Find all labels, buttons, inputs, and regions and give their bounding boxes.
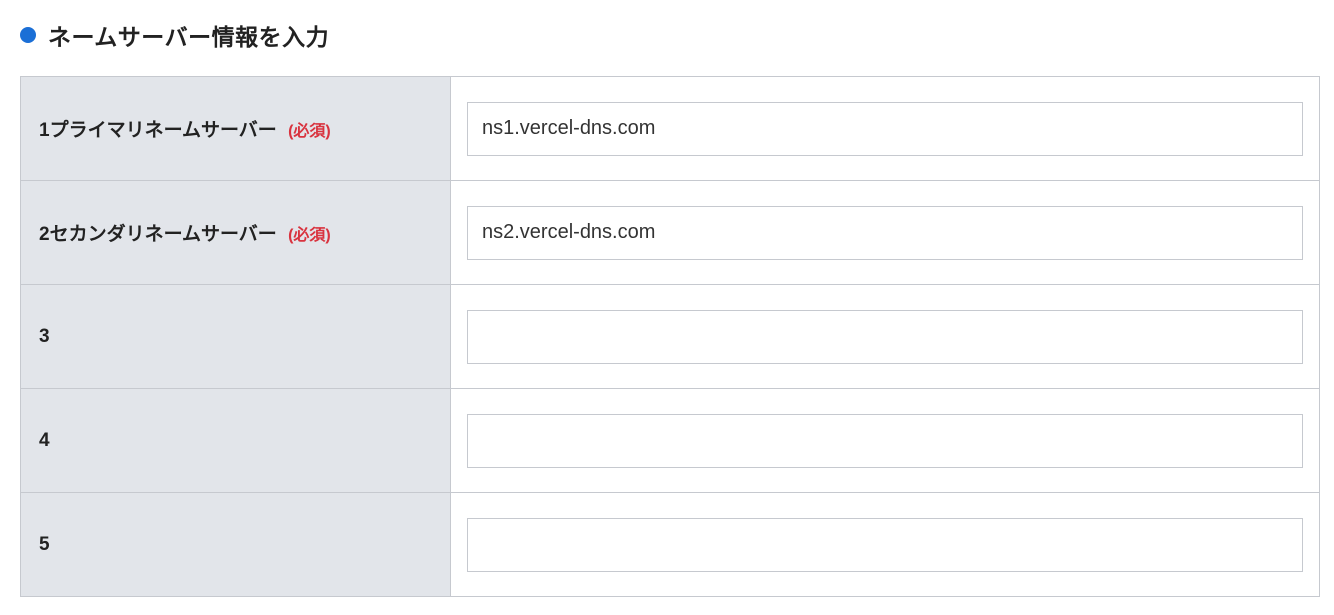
nameserver-table: 1プライマリネームサーバー (必須) 2セカンダリネームサーバー (必須) 3: [20, 76, 1320, 597]
table-row: 2セカンダリネームサーバー (必須): [21, 181, 1320, 285]
row-label-2: 2セカンダリネームサーバー (必須): [21, 181, 451, 285]
row-label-text: 3: [39, 326, 50, 347]
nameserver-4-input[interactable]: [467, 414, 1303, 468]
row-label-text: 2セカンダリネームサーバー: [39, 224, 277, 245]
row-label-1: 1プライマリネームサーバー (必須): [21, 77, 451, 181]
nameserver-3-input[interactable]: [467, 310, 1303, 364]
table-row: 5: [21, 493, 1320, 597]
required-badge: (必須): [288, 227, 331, 244]
section-title-text: ネームサーバー情報を入力: [48, 18, 329, 52]
row-label-4: 4: [21, 389, 451, 493]
secondary-nameserver-input[interactable]: [467, 206, 1303, 260]
row-label-5: 5: [21, 493, 451, 597]
section-heading: ネームサーバー情報を入力: [20, 18, 1314, 52]
nameserver-5-input[interactable]: [467, 518, 1303, 572]
bullet-icon: [20, 27, 36, 43]
table-row: 4: [21, 389, 1320, 493]
row-label-text: 4: [39, 430, 50, 451]
table-row: 1プライマリネームサーバー (必須): [21, 77, 1320, 181]
primary-nameserver-input[interactable]: [467, 102, 1303, 156]
table-row: 3: [21, 285, 1320, 389]
required-badge: (必須): [288, 123, 331, 140]
row-label-3: 3: [21, 285, 451, 389]
row-label-text: 1プライマリネームサーバー: [39, 120, 277, 141]
row-label-text: 5: [39, 534, 50, 555]
